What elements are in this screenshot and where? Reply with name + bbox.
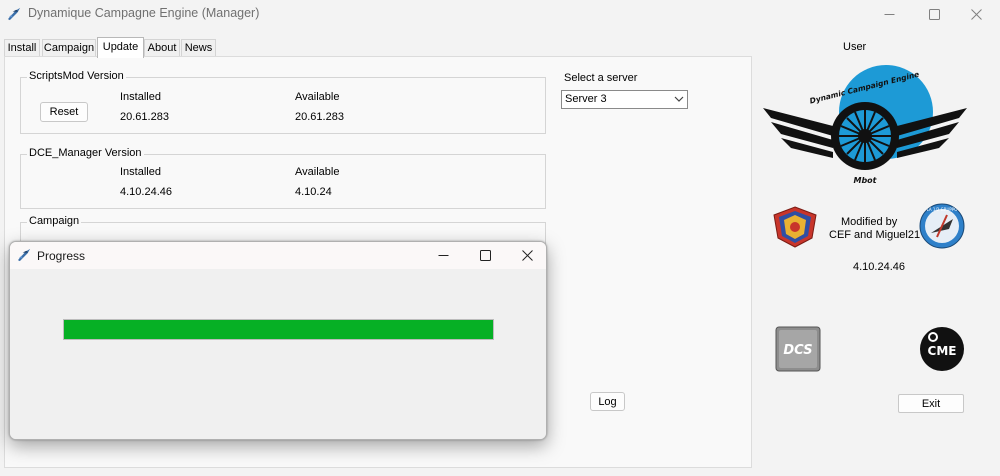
- manager-available-label: Available: [295, 166, 340, 178]
- dce-jet-icon: [7, 7, 21, 21]
- manager-installed-label: Installed: [120, 166, 161, 178]
- progress-dialog-title: Progress: [37, 249, 86, 263]
- side-panel: User Mbot Dynamic Campaign Engine Modifi…: [755, 36, 995, 472]
- chevron-down-icon: [674, 96, 684, 102]
- logo-caption: Mbot: [853, 176, 877, 185]
- side-version: 4.10.24.46: [853, 261, 905, 273]
- squadron-badge-right: LA 1/2 GRUPPO: [919, 203, 965, 249]
- tab-news[interactable]: News: [181, 39, 216, 57]
- scriptsmod-installed-label: Installed: [120, 91, 161, 103]
- badge-right-text: LA 1/2 GRUPPO: [927, 207, 958, 212]
- manager-installed-value: 4.10.24.46: [120, 186, 172, 198]
- title-bar[interactable]: Dynamique Campagne Engine (Manager): [0, 0, 1000, 28]
- progress-dialog: Progress: [9, 241, 547, 440]
- server-select[interactable]: Server 3: [561, 90, 688, 109]
- dcs-logo-text: DCS: [783, 343, 812, 358]
- exit-button[interactable]: Exit: [898, 394, 964, 413]
- dce-logo: Mbot Dynamic Campaign Engine: [763, 65, 967, 185]
- scriptsmod-available-label: Available: [295, 91, 340, 103]
- maximize-icon: [479, 250, 491, 261]
- scriptsmod-group: ScriptsMod Version Reset Installed 20.61…: [20, 70, 546, 134]
- window-title: Dynamique Campagne Engine (Manager): [28, 6, 260, 20]
- server-select-label: Select a server: [564, 72, 638, 84]
- modified-by-line2: CEF and Miguel21: [829, 229, 921, 241]
- campaign-group-title: Campaign: [27, 215, 82, 227]
- minimize-icon: [884, 13, 894, 15]
- squadron-badge-left: [773, 206, 817, 248]
- tab-campaign[interactable]: Campaign: [42, 39, 96, 57]
- manager-version-group: DCE_Manager Version Installed 4.10.24.46…: [20, 147, 546, 209]
- dcs-logo[interactable]: DCS: [775, 326, 821, 372]
- log-button[interactable]: Log: [590, 392, 625, 411]
- minimize-button[interactable]: [866, 0, 912, 28]
- progress-dialog-body: [10, 269, 546, 439]
- dce-jet-icon: [17, 248, 31, 262]
- user-label: User: [843, 41, 867, 53]
- cme-logo-text: CME: [928, 344, 957, 358]
- close-icon: [521, 250, 533, 261]
- cme-logo[interactable]: CME: [919, 326, 965, 372]
- tab-install[interactable]: Install: [4, 39, 40, 57]
- dialog-minimize-button[interactable]: [420, 242, 466, 269]
- scriptsmod-installed-value: 20.61.283: [120, 111, 169, 123]
- tab-about[interactable]: About: [144, 39, 180, 57]
- progress-dialog-titlebar[interactable]: Progress: [10, 242, 546, 269]
- maximize-icon: [928, 8, 940, 20]
- dialog-maximize-button[interactable]: [462, 242, 508, 269]
- modified-by-line1: Modified by: [841, 216, 898, 228]
- dialog-close-button[interactable]: [504, 242, 546, 269]
- progress-bar: [63, 319, 494, 340]
- progress-bar-fill: [64, 320, 493, 339]
- close-icon: [970, 8, 982, 20]
- scriptsmod-available-value: 20.61.283: [295, 111, 344, 123]
- scriptsmod-group-title: ScriptsMod Version: [27, 70, 126, 82]
- reset-button[interactable]: Reset: [40, 102, 88, 122]
- manager-available-value: 4.10.24: [295, 186, 332, 198]
- close-button[interactable]: [953, 0, 999, 28]
- server-select-value: Server 3: [565, 93, 607, 105]
- maximize-button[interactable]: [911, 0, 957, 28]
- manager-group-title: DCE_Manager Version: [27, 147, 144, 159]
- tab-update[interactable]: Update: [97, 37, 144, 58]
- minimize-icon: [438, 255, 448, 256]
